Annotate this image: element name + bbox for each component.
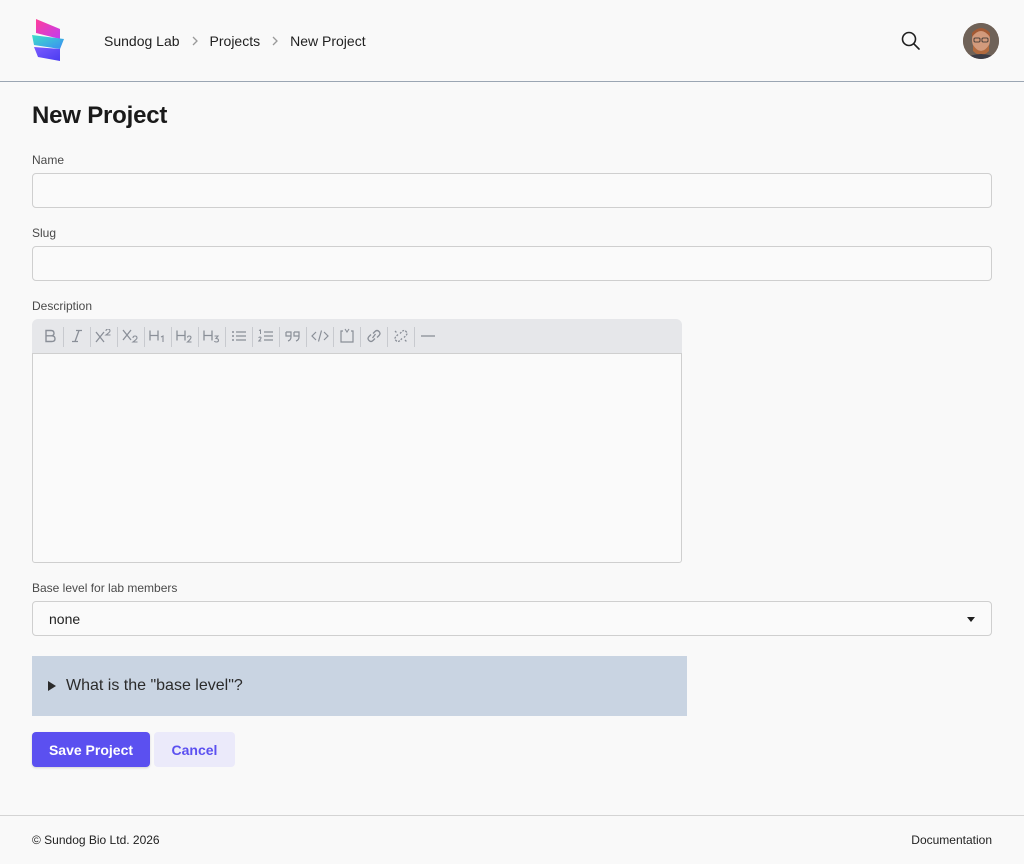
base-level-label: Base level for lab members <box>32 581 178 595</box>
name-label: Name <box>32 153 65 167</box>
footer: © Sundog Bio Ltd. 2026 Documentation <box>0 815 1024 864</box>
code-icon[interactable] <box>306 323 333 349</box>
cancel-button[interactable]: Cancel <box>154 732 235 767</box>
italic-icon[interactable] <box>63 323 90 349</box>
documentation-link[interactable]: Documentation <box>911 833 992 847</box>
chevron-right-icon <box>192 36 198 46</box>
numbered-list-icon[interactable] <box>252 323 279 349</box>
base-level-select[interactable]: none <box>32 601 992 636</box>
heading-3-icon[interactable] <box>198 323 225 349</box>
description-textarea[interactable] <box>32 353 682 563</box>
page-title: New Project <box>32 102 168 129</box>
heading-2-icon[interactable] <box>171 323 198 349</box>
slug-label: Slug <box>32 226 57 240</box>
unlink-icon[interactable] <box>387 323 414 349</box>
base-level-details-summary[interactable]: What is the "base level"? <box>32 656 687 716</box>
superscript-icon[interactable] <box>90 323 117 349</box>
app-logo-icon[interactable] <box>30 19 66 63</box>
breadcrumb-projects[interactable]: Projects <box>210 33 261 49</box>
base-level-value: none <box>49 610 81 627</box>
chevron-right-icon <box>272 36 279 46</box>
description-label: Description <box>32 299 93 313</box>
search-icon[interactable] <box>900 30 922 52</box>
description-editor <box>32 319 682 563</box>
footer-copyright: © Sundog Bio Ltd. 2026 <box>32 833 160 847</box>
top-header: Sundog Lab Projects New Project <box>0 0 1024 82</box>
name-input[interactable] <box>32 173 992 208</box>
bold-icon[interactable] <box>36 323 63 349</box>
editor-toolbar <box>32 319 682 353</box>
avatar[interactable] <box>963 23 999 59</box>
save-project-button[interactable]: Save Project <box>32 732 150 767</box>
slug-input[interactable] <box>32 246 992 281</box>
breadcrumb-current: New Project <box>290 33 366 49</box>
breadcrumb: Sundog Lab Projects New Project <box>104 32 366 50</box>
link-icon[interactable] <box>360 323 387 349</box>
breadcrumb-lab[interactable]: Sundog Lab <box>104 33 180 49</box>
horizontal-rule-icon[interactable] <box>414 323 441 349</box>
subscript-icon[interactable] <box>117 323 144 349</box>
bullet-list-icon[interactable] <box>225 323 252 349</box>
quote-icon[interactable] <box>279 323 306 349</box>
caret-down-icon <box>967 617 975 622</box>
code-block-icon[interactable] <box>333 323 360 349</box>
details-summary-text: What is the "base level"? <box>66 677 243 694</box>
heading-1-icon[interactable] <box>144 323 171 349</box>
disclosure-triangle-icon <box>48 681 56 691</box>
